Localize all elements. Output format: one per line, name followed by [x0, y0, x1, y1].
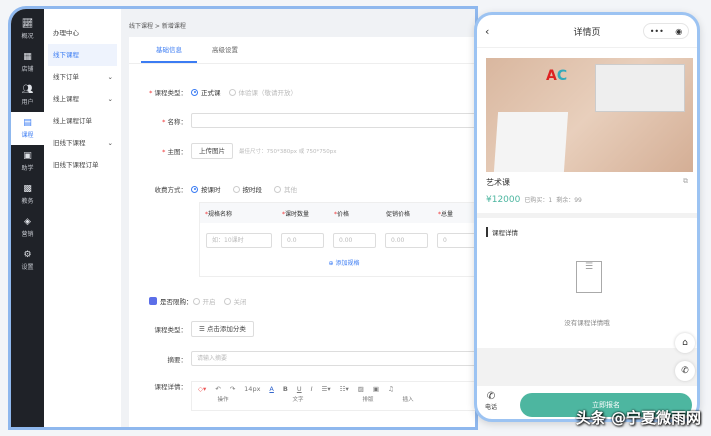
submenu-item[interactable]: 线下订单 ⌄: [44, 66, 121, 88]
breadcrumb: 线下课程 > 新增课程: [129, 23, 186, 30]
form-card: 基础信息 高级设置 * 课程类型： 正式课 体验课（敬请开放） * 名称： * …: [129, 37, 475, 427]
font-size-select[interactable]: 14px: [244, 385, 260, 393]
main-sidebar: 📈︎ 概况 ▦ 店铺 👥︎ 用户 ▤ 课程 ▣ 助学 ▩ 教务 ◈ 营销 ⚙ 设置: [11, 9, 44, 427]
call-button[interactable]: ✆ 电话: [485, 391, 497, 411]
chevron-down-icon: ⌄: [107, 139, 113, 147]
video-icon[interactable]: ▣: [373, 385, 379, 393]
capsule-menu: ••• ◉: [643, 23, 689, 39]
chevron-down-icon: ⌄: [107, 73, 113, 81]
submenu-item[interactable]: 线上课程 ⌄: [44, 88, 121, 110]
eraser-icon[interactable]: ◇▾: [198, 385, 206, 393]
radio-formal[interactable]: [191, 88, 198, 96]
align-icon[interactable]: ☰▾: [322, 385, 331, 393]
undo-icon[interactable]: ↶: [215, 385, 220, 393]
empty-text: 没有课程详情哦: [564, 319, 610, 327]
sidebar-item-marketing[interactable]: ◈ 营销: [11, 211, 44, 244]
tag-icon: ◈: [24, 217, 31, 227]
italic-icon[interactable]: I: [311, 385, 313, 393]
radio-per-period[interactable]: [232, 185, 240, 193]
add-spec-button[interactable]: ⊕ 添加规格: [200, 258, 475, 267]
chevron-down-icon: ⌄: [107, 95, 113, 103]
radio-limit-on[interactable]: [192, 297, 200, 305]
underline-icon[interactable]: U: [297, 385, 302, 393]
phone-preview: ‹ 详情页 ••• ◉ AC 艺术课 ⧉ ¥12000 已购买：1 剩余：99 课…: [474, 12, 700, 422]
price-input[interactable]: 0.00: [333, 233, 376, 248]
more-icon[interactable]: •••: [650, 27, 664, 36]
radio-limit-off[interactable]: [223, 297, 231, 305]
submenu-item[interactable]: 办理中心: [44, 22, 121, 44]
price: ¥12000: [486, 195, 521, 205]
lesson-count-input[interactable]: 0.0: [281, 233, 324, 248]
sub-menu: 办理中心 线下课程 线下订单 ⌄ 线上课程 ⌄ 线上课程订单 旧线下课程 ⌄ 旧线下课…: [44, 9, 121, 427]
submenu-item[interactable]: 线上课程订单: [44, 110, 121, 132]
limit-checkbox[interactable]: [149, 297, 157, 305]
total-input[interactable]: 0: [437, 233, 475, 248]
add-category-button[interactable]: ☰ 点击添加分类: [191, 321, 254, 337]
sidebar-item-store[interactable]: ▦ 店铺: [11, 46, 44, 79]
store-icon: ▦: [23, 52, 32, 62]
sidebar-item-affairs[interactable]: ▩ 教务: [11, 178, 44, 211]
summary-input[interactable]: 请输入摘要: [191, 351, 475, 366]
name-input[interactable]: [191, 113, 475, 128]
promo-price-input[interactable]: 0.00: [385, 233, 428, 248]
submenu-item[interactable]: 旧线下课程订单: [44, 154, 121, 176]
image-icon[interactable]: ▨: [358, 385, 364, 393]
chart-icon: 📈︎: [21, 19, 34, 29]
home-icon[interactable]: ⌂: [675, 333, 695, 353]
spec-name-input[interactable]: 如：10课时: [206, 233, 272, 248]
tab-basic-info[interactable]: 基础信息: [141, 37, 197, 63]
list-icon: ☰: [199, 325, 207, 333]
admin-window: 📈︎ 概况 ▦ 店铺 👥︎ 用户 ▤ 课程 ▣ 助学 ▩ 教务 ◈ 营销 ⚙ 设置 办理中心 线…: [8, 6, 478, 430]
document-icon: ▤: [23, 118, 32, 128]
indent-icon[interactable]: ☷▾: [340, 385, 349, 393]
upload-image-button[interactable]: 上传图片: [191, 143, 233, 159]
radio-per-lesson[interactable]: [191, 185, 198, 193]
course-cover-image: AC: [486, 58, 693, 172]
redo-icon[interactable]: ↷: [230, 385, 235, 393]
gear-icon: ⚙: [23, 250, 32, 260]
section-title: 课程详情: [486, 227, 518, 237]
music-icon[interactable]: ♫: [388, 385, 394, 393]
study-icon: ▣: [23, 151, 32, 161]
sidebar-item-users[interactable]: 👥︎ 用户: [11, 79, 44, 112]
close-circle-icon[interactable]: ◉: [675, 27, 682, 36]
submenu-item-active[interactable]: 线下课程: [48, 44, 117, 66]
bold-icon[interactable]: B: [283, 385, 288, 393]
back-icon[interactable]: ‹: [485, 25, 489, 38]
tab-advanced-settings[interactable]: 高级设置: [197, 37, 253, 63]
radio-trial[interactable]: [228, 88, 236, 96]
font-color-icon[interactable]: A: [269, 385, 273, 393]
radio-other[interactable]: [274, 185, 281, 193]
share-icon[interactable]: ⧉: [683, 177, 688, 186]
spec-table: * 规格名称 * 课时数量 * 价格 促销价格 * 总量 如：10课时 0.0 …: [199, 202, 475, 277]
course-title: 艺术课: [486, 178, 510, 187]
empty-doc-icon: ☰: [576, 261, 602, 293]
phone-title: 详情页: [573, 27, 601, 38]
sidebar-item-course[interactable]: ▤ 课程: [11, 112, 44, 145]
phone-icon: ✆: [486, 391, 496, 402]
sidebar-item-overview[interactable]: 📈︎ 概况: [11, 13, 44, 46]
submenu-item[interactable]: 旧线下课程 ⌄: [44, 132, 121, 154]
phone-call-icon[interactable]: ✆: [675, 361, 695, 381]
affairs-icon: ▩: [23, 184, 32, 194]
users-icon: 👥︎: [21, 85, 34, 95]
sidebar-item-study[interactable]: ▣ 助学: [11, 145, 44, 178]
watermark: 头条 @宁夏微雨网: [575, 409, 701, 427]
sidebar-item-settings[interactable]: ⚙ 设置: [11, 244, 44, 277]
rich-editor-toolbar: ◇▾ ↶ ↷ 14px ABUI ☰▾ ☷▾ ▨ ▣ ♫ 操作 文字 排版 插入: [191, 381, 475, 411]
